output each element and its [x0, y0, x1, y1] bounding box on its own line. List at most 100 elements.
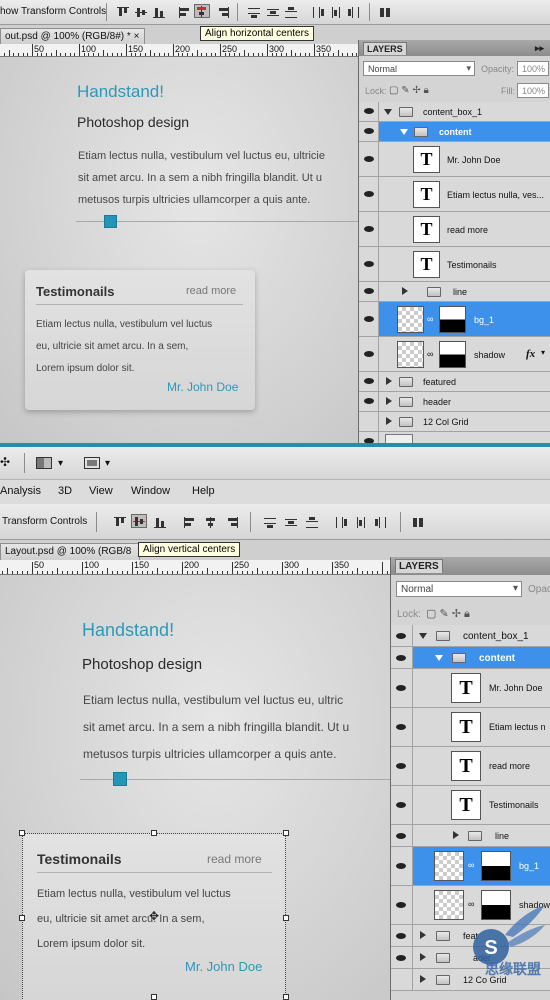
visibility-eye-icon[interactable] [391, 625, 413, 646]
distribute-top-edges-icon[interactable] [262, 515, 278, 529]
visibility-eye-icon[interactable] [391, 747, 413, 785]
transform-handle[interactable] [19, 830, 25, 836]
distribute-vertical-centers-icon[interactable] [265, 5, 281, 19]
transform-handle[interactable] [151, 830, 157, 836]
align-horizontal-centers-icon[interactable] [194, 4, 210, 18]
distribute-right-edges-icon[interactable] [373, 515, 389, 529]
visibility-toggle-off[interactable] [359, 412, 379, 431]
distribute-horizontal-centers-icon[interactable] [328, 5, 344, 19]
transform-handle[interactable] [283, 830, 289, 836]
show-transform-controls-label[interactable]: how Transform Controls [0, 6, 106, 17]
collapse-triangle-icon[interactable] [386, 417, 392, 425]
visibility-eye-icon[interactable] [359, 102, 379, 121]
align-bottom-edges-icon[interactable] [151, 5, 167, 19]
visibility-eye-icon[interactable] [359, 372, 379, 391]
transform-handle[interactable] [283, 915, 289, 921]
document-tab[interactable]: out.psd @ 100% (RGB/8#) * × [0, 28, 145, 44]
menu-3d[interactable]: 3D [58, 485, 72, 497]
collapse-triangle-icon[interactable] [420, 953, 426, 961]
layer-text-testimonails[interactable]: T Testimonails [391, 786, 550, 825]
testimonial-card-selected[interactable]: Testimonails read more Etiam lectus null… [22, 833, 286, 1000]
distribute-bottom-edges-icon[interactable] [304, 515, 320, 529]
collapse-triangle-icon[interactable] [386, 377, 392, 385]
visibility-eye-icon[interactable] [391, 825, 413, 846]
align-vertical-centers-icon[interactable] [131, 514, 147, 528]
transform-handle[interactable] [283, 994, 289, 1000]
visibility-eye-icon[interactable] [359, 122, 379, 141]
layer-text-mr-john-doe[interactable]: T Mr. John Doe [359, 142, 550, 177]
opacity-input[interactable]: 100% [517, 61, 549, 76]
visibility-eye-icon[interactable] [391, 847, 413, 885]
align-top-edges-icon[interactable] [112, 515, 128, 529]
layer-group-content[interactable]: content [359, 122, 550, 142]
visibility-eye-icon[interactable] [359, 212, 379, 246]
visibility-eye-icon[interactable] [391, 886, 413, 924]
chevron-down-icon[interactable]: ▾ [541, 348, 545, 357]
distribute-top-edges-icon[interactable] [246, 5, 262, 19]
collapse-triangle-icon[interactable] [386, 397, 392, 405]
blend-mode-select[interactable]: Normal ▾ [363, 61, 475, 76]
layer-group-content[interactable]: content [391, 647, 550, 669]
screen-mode-icon[interactable] [84, 457, 100, 469]
distribute-right-edges-icon[interactable] [346, 5, 362, 19]
align-top-edges-icon[interactable] [115, 5, 131, 19]
layer-text-etiam[interactable]: T Etiam lectus n [391, 708, 550, 747]
layer-bg-1[interactable]: ∞ bg_1 [359, 302, 550, 337]
collapse-triangle-icon[interactable] [420, 975, 426, 983]
panel-menu-icon[interactable]: ▸▸ [535, 43, 544, 54]
layer-group-header[interactable]: header [359, 392, 550, 412]
distribute-left-edges-icon[interactable] [310, 5, 326, 19]
distribute-horizontal-centers-icon[interactable] [353, 515, 369, 529]
layer-text-read-more[interactable]: T read more [391, 747, 550, 786]
visibility-eye-icon[interactable] [391, 947, 413, 968]
visibility-eye-icon[interactable] [359, 142, 379, 176]
layer-text-testimonails[interactable]: T Testimonails [359, 247, 550, 282]
layers-tab[interactable]: LAYERS [395, 559, 443, 573]
chevron-down-icon[interactable]: ▾ [105, 458, 110, 469]
slider-knob[interactable] [113, 772, 127, 786]
auto-align-layers-icon[interactable] [377, 5, 393, 19]
layer-group-content-box-1[interactable]: content_box_1 [391, 625, 550, 647]
expand-triangle-icon[interactable] [400, 129, 408, 135]
slider-knob[interactable] [104, 215, 117, 228]
distribute-bottom-edges-icon[interactable] [283, 5, 299, 19]
align-left-edges-icon[interactable] [182, 515, 198, 529]
distribute-left-edges-icon[interactable] [333, 515, 349, 529]
layer-group-line[interactable]: line [391, 825, 550, 847]
expand-triangle-icon[interactable] [419, 633, 427, 639]
layer-shadow[interactable]: ∞ shadow fx ▾ [359, 337, 550, 372]
layer-group-line[interactable]: line [359, 282, 550, 302]
visibility-eye-icon[interactable] [359, 247, 379, 281]
read-more-link[interactable]: read more [207, 852, 262, 866]
show-transform-controls-label[interactable]: Transform Controls [2, 516, 87, 527]
layer-group-content-box-1[interactable]: content_box_1 [359, 102, 550, 122]
visibility-eye-icon[interactable] [359, 337, 379, 371]
visibility-eye-icon[interactable] [391, 669, 413, 707]
visibility-eye-icon[interactable] [391, 647, 413, 668]
document-canvas[interactable]: Handstand! Photoshop design Etiam lectus… [0, 57, 358, 447]
collapse-triangle-icon[interactable] [420, 931, 426, 939]
visibility-eye-icon[interactable] [359, 177, 379, 211]
align-vertical-centers-icon[interactable] [133, 5, 149, 19]
expand-triangle-icon[interactable] [384, 109, 392, 115]
layer-group-featured[interactable]: featured [359, 372, 550, 392]
arrange-documents-icon[interactable] [36, 457, 52, 469]
menu-analysis[interactable]: Analysis [0, 485, 41, 497]
close-tab-icon[interactable]: × [134, 31, 140, 42]
lock-icons[interactable]: ▢ ✎ ✢ 🔒︎ [389, 85, 429, 96]
distribute-vertical-centers-icon[interactable] [283, 515, 299, 529]
fx-icon[interactable]: fx [526, 348, 535, 360]
align-right-edges-icon[interactable] [215, 5, 231, 19]
visibility-eye-icon[interactable] [359, 282, 379, 301]
layer-text-etiam[interactable]: T Etiam lectus nulla, ves... [359, 177, 550, 212]
layer-text-read-more[interactable]: T read more [359, 212, 550, 247]
visibility-eye-icon[interactable] [391, 925, 413, 946]
align-left-edges-icon[interactable] [177, 5, 193, 19]
transform-handle[interactable] [19, 915, 25, 921]
align-bottom-edges-icon[interactable] [152, 515, 168, 529]
lock-icons[interactable]: ▢ ✎ ✢ 🔒︎ [426, 607, 470, 621]
tool-icon[interactable]: ✣ [0, 455, 10, 469]
visibility-eye-icon[interactable] [391, 708, 413, 746]
layer-bg-1[interactable]: ∞ bg_1 [391, 847, 550, 886]
collapse-triangle-icon[interactable] [453, 831, 459, 839]
